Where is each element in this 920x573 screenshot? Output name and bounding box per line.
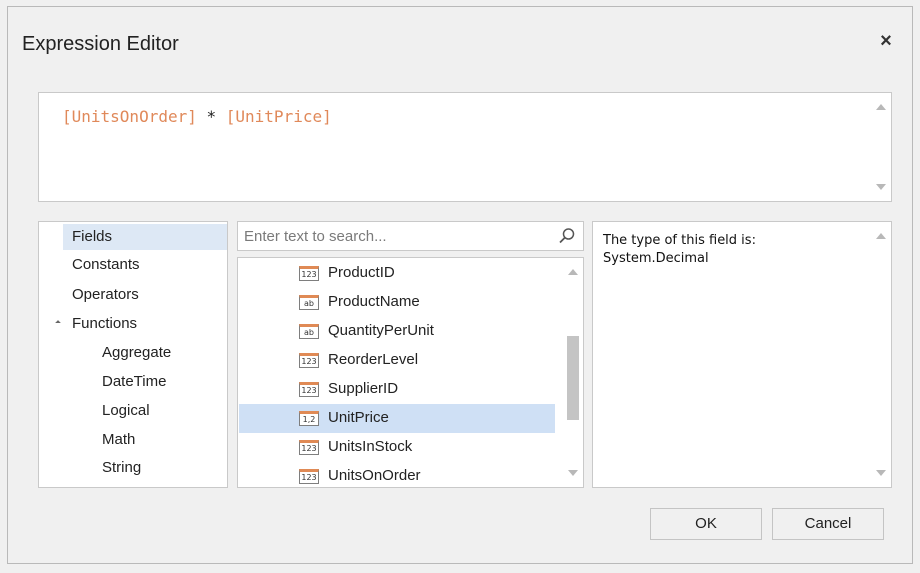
category-functions[interactable]: Functions	[72, 311, 137, 337]
scroll-up-icon[interactable]	[568, 269, 578, 275]
field-item-unitprice[interactable]: 1,2 UnitPrice	[239, 404, 555, 433]
expression-text: [UnitsOnOrder] * [UnitPrice]	[62, 107, 332, 126]
expression-editor-dialog: Expression Editor × [UnitsOnOrder] * [Un…	[7, 6, 913, 564]
number-type-icon: 123	[299, 266, 319, 281]
category-datetime[interactable]: DateTime	[102, 369, 166, 395]
expression-scrollbar[interactable]	[871, 93, 891, 201]
category-logical[interactable]: Logical	[102, 398, 150, 424]
expression-input[interactable]: [UnitsOnOrder] * [UnitPrice]	[38, 92, 892, 202]
field-item-quantityperunit[interactable]: ab QuantityPerUnit	[239, 317, 555, 346]
cancel-button[interactable]: Cancel	[772, 508, 884, 540]
number-type-icon: 123	[299, 440, 319, 455]
field-name: ReorderLevel	[328, 351, 419, 368]
field-item-supplierid[interactable]: 123 SupplierID	[239, 375, 555, 404]
number-type-icon: 123	[299, 353, 319, 368]
text-type-icon: ab	[299, 324, 319, 339]
category-constants[interactable]: Constants	[72, 252, 140, 278]
description-scrollbar[interactable]	[871, 222, 891, 487]
field-item-productid[interactable]: 123 ProductID	[239, 259, 555, 288]
field-name: UnitsOnOrder	[328, 467, 421, 484]
field-item-unitsonorder[interactable]: 123 UnitsOnOrder	[239, 462, 555, 487]
number-type-icon: 123	[299, 469, 319, 484]
scroll-up-icon[interactable]	[876, 233, 886, 239]
number-type-icon: 123	[299, 382, 319, 397]
decimal-type-icon: 1,2	[299, 411, 319, 426]
title-bar: Expression Editor ×	[8, 7, 912, 71]
category-math[interactable]: Math	[102, 427, 135, 453]
description-text: The type of this field is: System.Decima…	[603, 232, 756, 268]
scroll-up-icon[interactable]	[876, 104, 886, 110]
description-panel: The type of this field is: System.Decima…	[592, 221, 892, 488]
description-type: System.Decimal	[603, 251, 709, 266]
scroll-down-icon[interactable]	[568, 470, 578, 476]
scroll-down-icon[interactable]	[876, 184, 886, 190]
field-name: ProductID	[328, 264, 395, 281]
category-aggregate[interactable]: Aggregate	[102, 340, 171, 366]
category-string[interactable]: String	[102, 455, 141, 481]
field-item-productname[interactable]: ab ProductName	[239, 288, 555, 317]
field-name: SupplierID	[328, 380, 399, 397]
field-name: QuantityPerUnit	[328, 322, 434, 339]
expression-field-token: [UnitsOnOrder]	[62, 107, 197, 126]
fields-scrollbar[interactable]	[563, 258, 583, 487]
ok-button[interactable]: OK	[650, 508, 762, 540]
search-placeholder: Enter text to search...	[244, 228, 387, 245]
field-name: UnitsInStock	[328, 438, 413, 455]
search-input[interactable]: Enter text to search...	[237, 221, 584, 251]
expression-operator-token: *	[196, 107, 226, 126]
scrollbar-thumb[interactable]	[567, 336, 579, 420]
category-tree: Fields Constants Operators Functions Agg…	[38, 221, 228, 488]
category-operators[interactable]: Operators	[72, 282, 139, 308]
scroll-down-icon[interactable]	[876, 470, 886, 476]
category-fields[interactable]: Fields	[63, 224, 227, 250]
field-item-unitsinstock[interactable]: 123 UnitsInStock	[239, 433, 555, 462]
dialog-title: Expression Editor	[22, 33, 179, 55]
category-label: Fields	[72, 228, 113, 245]
search-icon[interactable]	[558, 227, 576, 245]
field-name: UnitPrice	[328, 409, 389, 426]
fields-list: 123 ProductID ab ProductName ab Quantity…	[237, 257, 584, 488]
field-item-reorderlevel[interactable]: 123 ReorderLevel	[239, 346, 555, 375]
text-type-icon: ab	[299, 295, 319, 310]
expression-field-token: [UnitPrice]	[225, 107, 332, 126]
expand-triangle-icon[interactable]	[55, 320, 61, 326]
field-name: ProductName	[328, 293, 420, 310]
close-icon[interactable]: ×	[874, 29, 898, 53]
description-line: The type of this field is:	[603, 233, 756, 248]
